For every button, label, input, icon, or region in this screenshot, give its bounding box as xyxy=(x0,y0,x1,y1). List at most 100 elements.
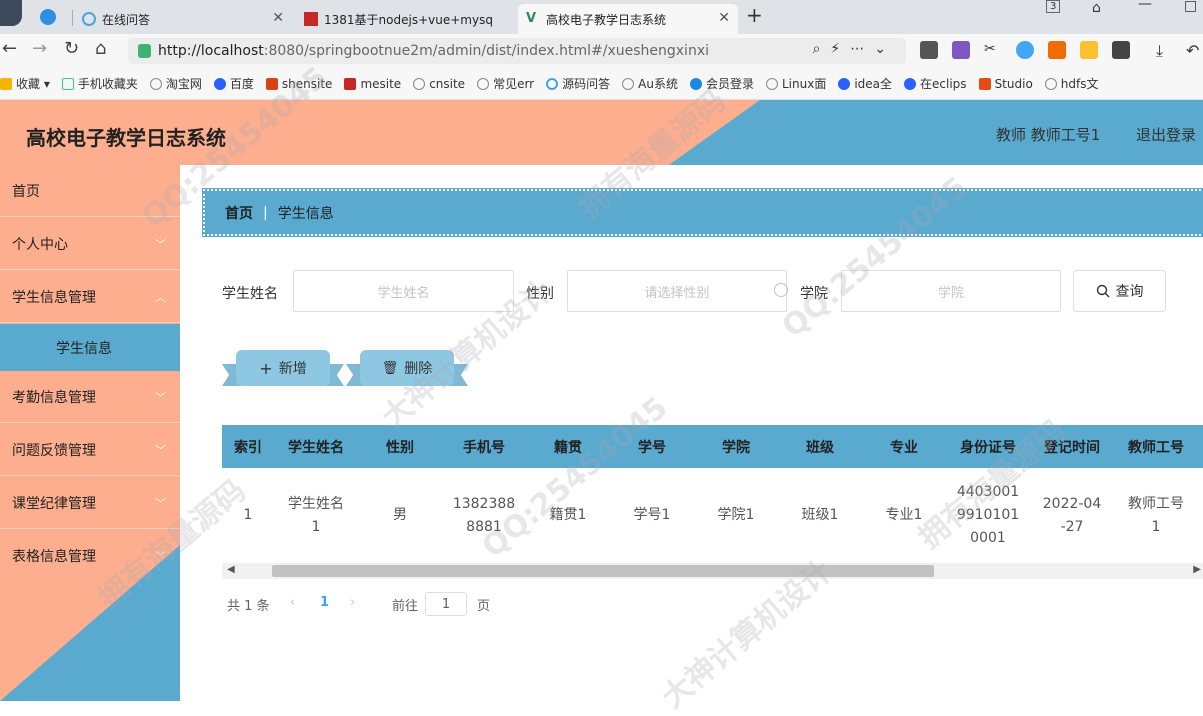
sidebar: 首页 个人中心 ﹀ 学生信息管理 ︿ 学生信息 考勤信息管理 ﹀ 问题反馈管理 ﹀ 课堂… xyxy=(0,165,180,701)
table-cell: 学院1 xyxy=(717,507,755,523)
bookmark-item[interactable]: 收藏 ▾ xyxy=(0,75,50,92)
close-icon[interactable]: ✕ xyxy=(272,10,284,26)
table-cell: 籍贯1 xyxy=(549,507,587,523)
page-suffix: 页 xyxy=(477,599,491,614)
bookmark-item[interactable]: cnsite xyxy=(413,77,465,91)
gender-select[interactable]: 请选择性别 xyxy=(567,270,788,312)
app-title: 高校电子教学日志系统 xyxy=(26,126,226,150)
bookmark-item[interactable]: 手机收藏夹 xyxy=(61,75,138,92)
table-cell: 1382388 8881 xyxy=(452,495,516,535)
new-tab-button[interactable]: + xyxy=(746,3,763,27)
tab-online-qa[interactable]: 在线问答 ✕ xyxy=(74,4,292,34)
search-icon xyxy=(1096,284,1109,298)
bookmark-item[interactable]: 在eclips xyxy=(904,75,967,92)
sidebar-item-student-info[interactable]: 学生信息 xyxy=(0,324,180,371)
student-name-input[interactable]: 学生姓名 xyxy=(293,270,514,312)
download-icon[interactable]: ⤓ xyxy=(1156,41,1174,60)
sidebar-item-personal-center[interactable]: 个人中心 ﹀ xyxy=(0,218,180,270)
site-icon xyxy=(304,12,318,26)
table-row[interactable]: 1 学生姓名 1 男 1382388 8881 籍贯1 学号1 学院1 班级1 … xyxy=(222,468,1203,563)
app-header: 高校电子教学日志系统 教师 教师工号1 退出登录 xyxy=(0,100,1203,165)
prev-page-icon[interactable]: ‹ xyxy=(290,595,295,610)
bookmark-item[interactable]: 会员登录 xyxy=(689,75,754,92)
bookmark-item[interactable]: hdfs文 xyxy=(1044,75,1099,92)
college-input[interactable]: 学院 xyxy=(841,270,1061,312)
column-header: 学号 xyxy=(638,439,666,456)
bookmark-item[interactable]: Linux面 xyxy=(765,75,826,92)
bookmark-item[interactable]: 常见err xyxy=(477,75,534,92)
bookmark-item[interactable]: idea全 xyxy=(838,75,892,92)
scrollbar-thumb[interactable] xyxy=(272,565,934,577)
page-jump-input[interactable]: 1 xyxy=(425,592,467,616)
table-cell: 学号1 xyxy=(633,507,671,523)
breadcrumb: 首页 | 学生信息 xyxy=(202,188,1203,237)
column-header: 教师工号 xyxy=(1128,439,1184,456)
shield-icon[interactable] xyxy=(1080,41,1098,59)
translate-icon[interactable] xyxy=(952,41,970,59)
bookmark-item[interactable]: 源码问答 xyxy=(546,75,610,92)
column-header: 学生姓名 xyxy=(288,439,344,456)
table-header: 索引 学生姓名 性别 手机号 籍贯 学号 学院 班级 专业 身份证号 登记时间 … xyxy=(222,425,1203,468)
page-number[interactable]: 1 xyxy=(320,595,329,610)
table-cell: 教师工号 1 xyxy=(1128,495,1184,535)
bookmark-item[interactable]: Studio xyxy=(978,77,1033,91)
url-input[interactable]: http://localhost:8080/springbootnue2m/ad… xyxy=(128,38,906,64)
student-name-label: 学生姓名 xyxy=(222,286,278,302)
tab-active-system[interactable]: V 高校电子教学日志系统 ✕ xyxy=(518,4,738,34)
fox-icon[interactable] xyxy=(1048,41,1066,59)
next-page-icon[interactable]: › xyxy=(350,595,355,610)
telegram-icon[interactable] xyxy=(40,9,56,25)
sidebar-item-discipline[interactable]: 课堂纪律管理 ﹀ xyxy=(0,477,180,529)
column-header: 班级 xyxy=(806,439,834,456)
table-horizontal-scrollbar[interactable]: ◀ ▶ xyxy=(222,563,1203,579)
bookmark-item[interactable]: shensite xyxy=(265,77,332,91)
apps-icon[interactable] xyxy=(1112,41,1130,59)
sidebar-item-attendance[interactable]: 考勤信息管理 ﹀ xyxy=(0,371,180,423)
column-header: 手机号 xyxy=(463,439,505,456)
sidebar-item-forms[interactable]: 表格信息管理 ﹀ xyxy=(0,530,180,582)
site-icon xyxy=(82,12,96,26)
scroll-right-icon[interactable]: ▶ xyxy=(1193,564,1201,575)
forward-icon[interactable]: → xyxy=(32,38,47,59)
bookmark-item[interactable]: mesite xyxy=(344,77,401,91)
bookmark-item[interactable]: 淘宝网 xyxy=(149,75,202,92)
sidebar-item-feedback[interactable]: 问题反馈管理 ﹀ xyxy=(0,424,180,476)
column-header: 身份证号 xyxy=(960,439,1016,456)
tab-counter[interactable]: 3 xyxy=(1046,0,1061,13)
close-icon[interactable]: ✕ xyxy=(718,10,730,26)
column-header: 籍贯 xyxy=(554,439,582,456)
trash-icon: 🗑 xyxy=(381,360,399,376)
column-header: 专业 xyxy=(890,439,918,456)
vue-icon: V xyxy=(526,11,537,26)
reload-icon[interactable]: ↻ xyxy=(64,38,79,59)
undo-icon[interactable]: ↶ xyxy=(1186,41,1203,60)
extension-icon[interactable] xyxy=(920,41,938,59)
user-info: 教师 教师工号1 xyxy=(996,126,1101,144)
minimize-icon[interactable]: — xyxy=(1138,0,1152,12)
breadcrumb-home[interactable]: 首页 xyxy=(225,203,253,223)
search-ext-icon[interactable] xyxy=(1016,41,1034,59)
chevron-down-icon: ﹀ xyxy=(155,497,166,510)
maximize-icon[interactable]: □ xyxy=(1184,0,1197,14)
bookmarks-bar: 收藏 ▾ 手机收藏夹 淘宝网 百度 shensite mesite cnsite… xyxy=(0,68,1203,100)
sidebar-item-home[interactable]: 首页 xyxy=(0,165,180,217)
query-button[interactable]: 查询 xyxy=(1073,270,1166,312)
table-cell: 男 xyxy=(393,507,407,523)
scroll-left-icon[interactable]: ◀ xyxy=(227,564,235,575)
bookmark-item[interactable]: Au系统 xyxy=(622,75,678,92)
profile-avatar[interactable] xyxy=(0,0,22,26)
logout-button[interactable]: 退出登录 xyxy=(1136,124,1196,145)
sidebar-item-student-management[interactable]: 学生信息管理 ︿ xyxy=(0,271,180,323)
url-tools[interactable]: ⌕⚡⋯⌄ xyxy=(813,41,896,57)
column-header: 索引 xyxy=(234,439,262,456)
chevron-down-icon: ﹀ xyxy=(155,391,166,404)
home-icon[interactable]: ⌂ xyxy=(95,38,106,59)
back-icon[interactable]: ← xyxy=(2,38,17,59)
gender-label: 性别 xyxy=(526,286,554,302)
scissors-icon[interactable]: ✂ xyxy=(984,41,1002,59)
tab-nodejs[interactable]: 1381基于nodejs+vue+mysq xyxy=(296,4,514,34)
chevron-down-icon: ﹀ xyxy=(155,238,166,251)
breadcrumb-separator: | xyxy=(263,204,268,221)
bookmark-item[interactable]: 百度 xyxy=(213,75,254,92)
shirt-icon[interactable]: ⌂ xyxy=(1092,0,1101,16)
